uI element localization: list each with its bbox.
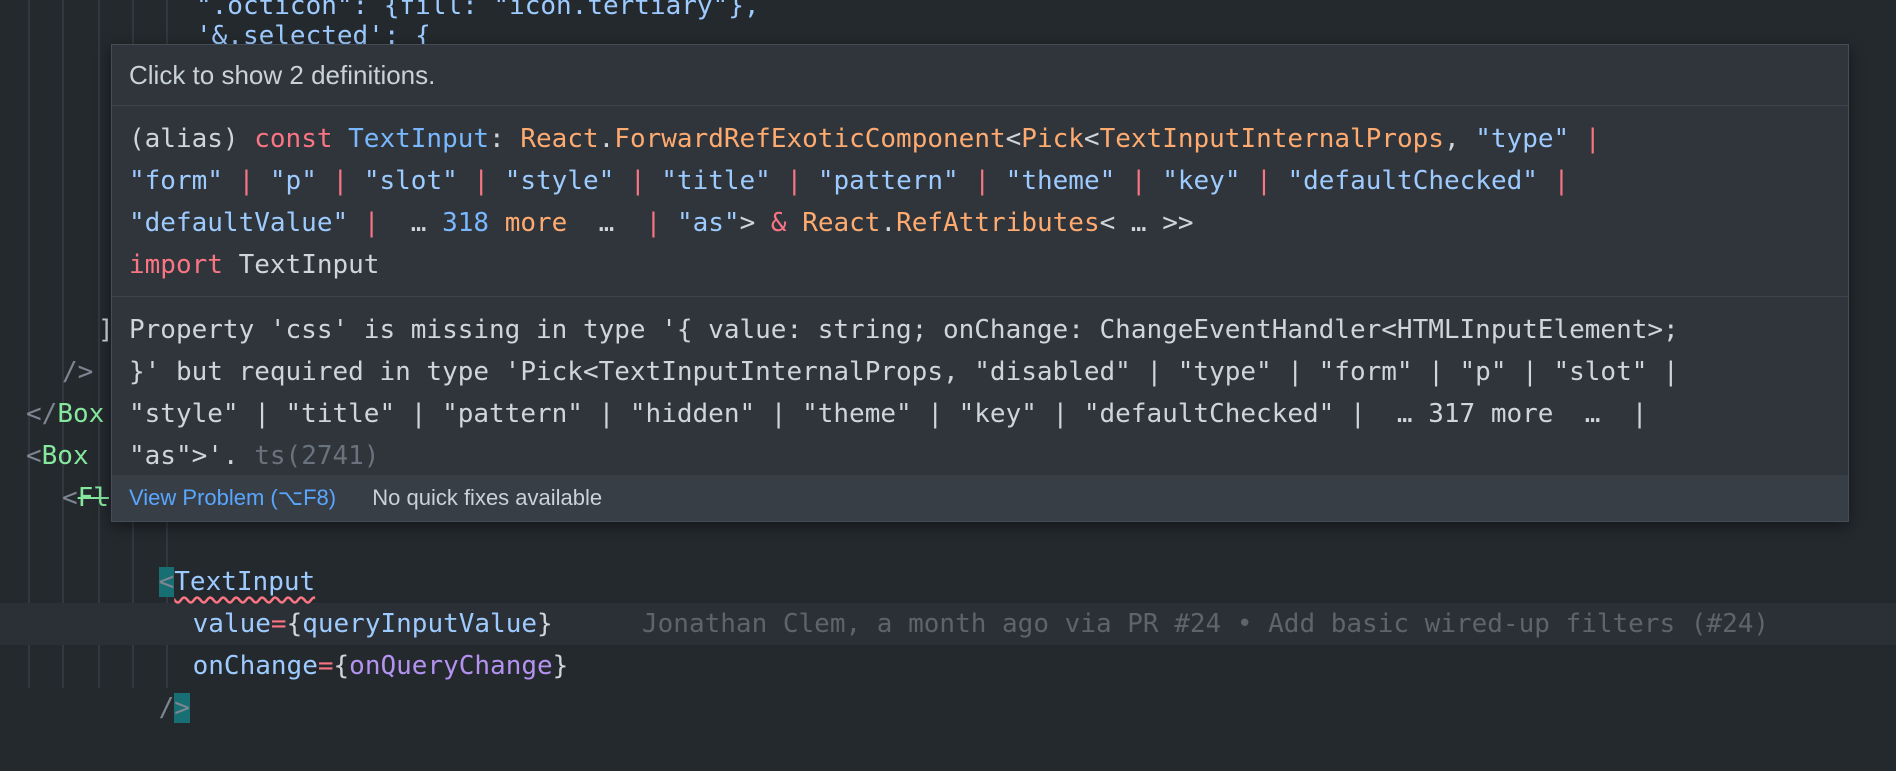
problem-line-text: "as">'. (129, 441, 239, 471)
code-token: Fl (77, 483, 109, 513)
signature-token: "form" (129, 166, 223, 196)
signature-line: (alias) const TextInput: React.ForwardRe… (129, 118, 1831, 160)
code-line-onchange-prop[interactable]: onChange={onQueryChange} (130, 603, 569, 681)
prop-expression: onQueryChange (349, 651, 553, 681)
signature-token: (alias) (129, 124, 255, 154)
signature-token: | (1240, 166, 1288, 196)
expr-close: } (552, 651, 569, 681)
self-close-slash: / (158, 693, 175, 723)
signature-token: "defaultChecked" (1287, 166, 1538, 196)
signature-line: "defaultValue" | … 318 more … | "as"> & … (129, 202, 1831, 244)
error-code: ts(2741) (238, 441, 380, 471)
signature-token: "p" (269, 166, 317, 196)
signature-token: "slot" (363, 166, 458, 196)
type-signature: (alias) const TextInput: React.ForwardRe… (112, 106, 1848, 296)
signature-token: import (129, 250, 239, 280)
signature-token: TextInput (348, 124, 490, 154)
view-problem-link[interactable]: View Problem (⌥F8) (129, 485, 336, 510)
signature-token: ForwardRefExoticComponent (614, 124, 1006, 154)
signature-token: "title" (661, 166, 771, 196)
signature-token: "pattern" (817, 166, 959, 196)
signature-token: "as" (676, 208, 740, 238)
signature-token: < (1083, 124, 1100, 154)
signature-token: "key" (1162, 166, 1241, 196)
problem-line: }' but required in type 'Pick<TextInputI… (129, 357, 1679, 387)
signature-token: | (348, 208, 396, 238)
signature-token: "defaultValue" (129, 208, 349, 238)
signature-token: & (770, 208, 803, 238)
signature-token: | (958, 166, 1006, 196)
signature-token: . (598, 124, 615, 154)
code-token: < (26, 441, 42, 471)
code-line-value-prop[interactable]: value={queryInputValue} (130, 561, 553, 639)
code-token: Box (41, 441, 89, 471)
prop-equals: = (317, 651, 334, 681)
signature-line: "form" | "p" | "slot" | "style" | "title… (129, 160, 1831, 202)
signature-token: | (222, 166, 270, 196)
signature-token: 318 (442, 208, 490, 238)
code-line[interactable]: /> (62, 351, 93, 393)
signature-token: | (457, 166, 505, 196)
code-line[interactable]: <Box (26, 435, 89, 477)
code-token: Box (57, 399, 105, 429)
signature-token: | (1537, 166, 1570, 196)
self-close-tag: /> (159, 693, 190, 723)
code-line[interactable]: </Box (26, 393, 104, 435)
indent-guide (62, 0, 64, 688)
self-close-bracket: > (174, 693, 190, 723)
indent-guide (28, 0, 30, 688)
problem-line: "as">'. ts(2741) (129, 435, 1831, 477)
signature-token: < (1005, 124, 1022, 154)
signature-token: more (489, 208, 568, 238)
code-line-textinput[interactable]: <TextInput (96, 519, 315, 597)
signature-token: . (880, 208, 897, 238)
signature-token: React (802, 208, 881, 238)
code-token: </ (26, 399, 58, 429)
signature-token: : (489, 124, 521, 154)
signature-token: | (316, 166, 364, 196)
code-token: /> (62, 357, 94, 387)
code-line[interactable]: <Fl (62, 477, 109, 519)
signature-token: "type" (1475, 124, 1570, 154)
signature-token: Pick (1021, 124, 1084, 154)
definitions-hint[interactable]: Click to show 2 definitions. (112, 45, 1848, 106)
signature-token: | (770, 166, 818, 196)
signature-token: | (1115, 166, 1163, 196)
prop-name: onChange (192, 651, 318, 681)
no-quick-fixes-label: No quick fixes available (372, 485, 603, 510)
git-blame-annotation: Jonathan Clem, a month ago via PR #24 • … (642, 609, 1770, 639)
signature-token: TextInput (238, 250, 380, 280)
signature-token: < … >> (1099, 208, 1194, 238)
signature-token: | (629, 208, 677, 238)
hover-status-bar: View Problem (⌥F8) No quick fixes availa… (112, 475, 1848, 521)
signature-token: const (254, 124, 349, 154)
signature-token: RefAttributes (896, 208, 1100, 238)
problem-message: Property 'css' is missing in type '{ val… (112, 297, 1848, 485)
signature-token: | (614, 166, 662, 196)
expr-open: { (333, 651, 350, 681)
signature-token: "theme" (1005, 166, 1116, 196)
problem-line: "style" | "title" | "pattern" | "hidden"… (129, 399, 1648, 429)
signature-token: | (1569, 124, 1601, 154)
signature-line: import TextInput (129, 244, 1831, 286)
signature-token: … (567, 208, 630, 238)
code-token: < (62, 483, 78, 513)
code-line-self-close[interactable]: /> (96, 645, 190, 723)
signature-token: React (520, 124, 599, 154)
signature-token: … (395, 208, 443, 238)
signature-token: TextInputInternalProps (1099, 124, 1444, 154)
signature-token: "style" (504, 166, 615, 196)
hover-tooltip: Click to show 2 definitions. (alias) con… (111, 44, 1849, 522)
signature-token: , (1443, 124, 1476, 154)
signature-token: > (739, 208, 771, 238)
problem-line: Property 'css' is missing in type '{ val… (129, 315, 1679, 345)
